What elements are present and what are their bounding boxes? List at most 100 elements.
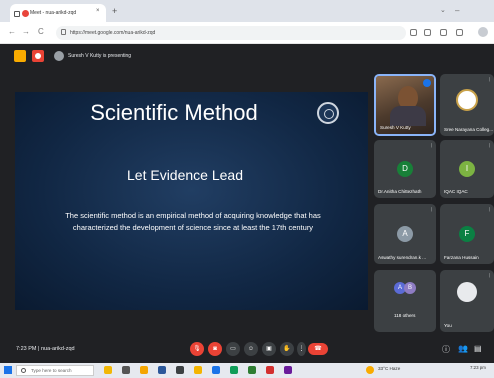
file-explorer-icon[interactable] bbox=[140, 366, 148, 374]
taskbar-app-icon[interactable] bbox=[248, 366, 256, 374]
share-icon[interactable] bbox=[424, 29, 431, 36]
minimize-icon[interactable]: – bbox=[455, 6, 459, 15]
meet-window: Suresh V Kutty is presenting Scientific … bbox=[0, 44, 494, 378]
mic-off-icon: ᛁ bbox=[487, 143, 491, 149]
mic-off-icon: ᛁ bbox=[487, 273, 491, 279]
participant-tile[interactable]: A ᛁ Aswathy surendran.k ... bbox=[374, 204, 436, 264]
others-avatar: B bbox=[404, 282, 416, 294]
system-clock[interactable]: 7:23 pm bbox=[470, 365, 486, 370]
lock-icon[interactable] bbox=[61, 29, 66, 35]
participant-tile[interactable]: Suresh V Kutty bbox=[374, 74, 436, 136]
weather-icon[interactable] bbox=[366, 366, 374, 374]
new-tab-icon[interactable]: + bbox=[112, 6, 117, 16]
people-icon[interactable]: 👥 bbox=[458, 344, 468, 353]
meeting-info: 7:23 PM | nua-arikd-zqd bbox=[16, 346, 75, 352]
record-icon[interactable] bbox=[32, 50, 44, 62]
self-tile[interactable]: ᛁ You bbox=[440, 270, 494, 332]
participant-name: Sree Narayana Colleg... bbox=[444, 127, 494, 132]
meet-favicon-icon bbox=[22, 10, 29, 17]
bookmark-icon[interactable] bbox=[440, 29, 447, 36]
participant-body bbox=[390, 106, 426, 126]
presentation-header: Suresh V Kutty is presenting bbox=[0, 44, 494, 70]
college-emblem-icon bbox=[317, 102, 339, 124]
participant-tile[interactable]: I ᛁ IQAC IQAC bbox=[440, 140, 494, 198]
url-text: https://meet.google.com/nua-arikd-zqd bbox=[70, 30, 156, 36]
reload-icon[interactable]: C bbox=[38, 27, 44, 36]
participant-tile[interactable]: F ᛁ Farzana Hussain bbox=[440, 204, 494, 264]
windows-start-icon[interactable] bbox=[4, 366, 12, 374]
taskbar-app-icon[interactable] bbox=[176, 366, 184, 374]
present-button[interactable]: ▣ bbox=[262, 342, 276, 356]
present-tile-icon[interactable] bbox=[14, 50, 26, 62]
raise-hand-button[interactable]: ✋ bbox=[280, 342, 294, 356]
taskbar-app-icon[interactable] bbox=[104, 366, 112, 374]
tab-title: Meet - nua-arikd-zqd bbox=[30, 10, 77, 16]
meeting-time: 7:23 PM bbox=[16, 346, 37, 352]
mic-off-icon: ᛁ bbox=[487, 207, 491, 213]
camera-toggle-button[interactable]: ◙ bbox=[208, 342, 222, 356]
taskbar-app-icon[interactable] bbox=[158, 366, 166, 374]
speaking-indicator-icon bbox=[423, 79, 431, 87]
taskbar-app-icon[interactable] bbox=[194, 366, 202, 374]
participant-name: Dr.Anitha Chittezhath bbox=[378, 189, 422, 194]
others-count: 118 others bbox=[394, 313, 416, 318]
url-input[interactable]: https://meet.google.com/nua-arikd-zqd bbox=[56, 26, 406, 40]
slide-subtitle: Let Evidence Lead bbox=[127, 167, 243, 183]
task-view-icon[interactable] bbox=[122, 366, 130, 374]
profile-avatar[interactable] bbox=[478, 27, 488, 37]
mic-off-icon: ᛁ bbox=[429, 207, 433, 213]
slide-body: The scientific method is an empirical me… bbox=[65, 211, 321, 232]
captions-button[interactable]: ▭ bbox=[226, 342, 240, 356]
taskbar-search-input[interactable]: Type here to search bbox=[16, 365, 94, 376]
search-icon bbox=[21, 368, 26, 373]
meeting-code: nua-arikd-zqd bbox=[40, 346, 75, 352]
participant-avatar: D bbox=[397, 161, 413, 177]
mic-off-icon: ᛁ bbox=[487, 77, 491, 83]
browser-tab[interactable]: Meet - nua-arikd-zqd bbox=[10, 4, 106, 22]
captions-icon: ▭ bbox=[230, 346, 236, 352]
end-call-button[interactable]: ☎ bbox=[308, 343, 328, 355]
forward-icon[interactable]: → bbox=[22, 27, 30, 36]
presenter-avatar bbox=[54, 51, 64, 61]
taskbar-search-placeholder: Type here to search bbox=[31, 368, 72, 373]
chrome-icon[interactable] bbox=[212, 366, 220, 374]
emoji-icon: ☺ bbox=[247, 346, 255, 352]
more-options-button[interactable]: ⋮ bbox=[297, 342, 306, 356]
info-icon[interactable]: ⓘ bbox=[442, 344, 450, 355]
participant-tile[interactable]: ᛁ Sree Narayana Colleg... bbox=[440, 74, 494, 136]
window-icon bbox=[14, 11, 20, 17]
taskbar-app-icon[interactable] bbox=[230, 366, 238, 374]
mic-toggle-button[interactable]: 🎙 bbox=[190, 342, 204, 356]
participant-avatar: A bbox=[397, 226, 413, 242]
phone-hangup-icon: ☎ bbox=[314, 346, 322, 352]
close-tab-icon[interactable]: × bbox=[96, 8, 100, 14]
taskbar-app-icon[interactable] bbox=[266, 366, 274, 374]
tab-search-icon[interactable]: ⌄ bbox=[440, 6, 446, 14]
meeting-separator: | bbox=[38, 346, 40, 352]
back-icon[interactable]: ← bbox=[8, 27, 16, 36]
extensions-icon[interactable] bbox=[456, 29, 463, 36]
participant-name: Aswathy surendran.k ... bbox=[378, 255, 427, 260]
emoji-button[interactable]: ☺ bbox=[244, 342, 258, 356]
os-taskbar: Type here to search 33°C Haze 7:23 pm bbox=[0, 363, 494, 378]
present-icon: ▣ bbox=[266, 346, 272, 352]
camera-off-icon: ◙ bbox=[213, 346, 217, 352]
shared-slide: Scientific Method Let Evidence Lead The … bbox=[15, 92, 368, 310]
camera-indicator-icon[interactable] bbox=[410, 29, 417, 36]
address-bar-row: ← → C https://meet.google.com/nua-arikd-… bbox=[0, 22, 494, 44]
participant-name: Farzana Hussain bbox=[444, 255, 479, 260]
chat-icon[interactable]: ▤ bbox=[474, 344, 482, 353]
others-tile[interactable]: A B 118 others bbox=[374, 270, 436, 332]
participant-avatar: I bbox=[459, 161, 475, 177]
slide-title: Scientific Method bbox=[90, 100, 258, 125]
presenting-label: Suresh V Kutty is presenting bbox=[68, 53, 132, 59]
self-name: You bbox=[444, 323, 452, 328]
mic-off-icon: 🎙 bbox=[193, 346, 201, 352]
taskbar-app-icon[interactable] bbox=[284, 366, 292, 374]
participant-tile[interactable]: D ᛁ Dr.Anitha Chittezhath bbox=[374, 140, 436, 198]
hand-icon: ✋ bbox=[283, 346, 291, 352]
college-logo-icon bbox=[456, 89, 478, 111]
participant-name: Suresh V Kutty bbox=[380, 125, 411, 130]
weather-text[interactable]: 33°C Haze bbox=[378, 366, 400, 371]
browser-tab-bar: Meet - nua-arikd-zqd × + ⌄ – bbox=[0, 0, 494, 22]
